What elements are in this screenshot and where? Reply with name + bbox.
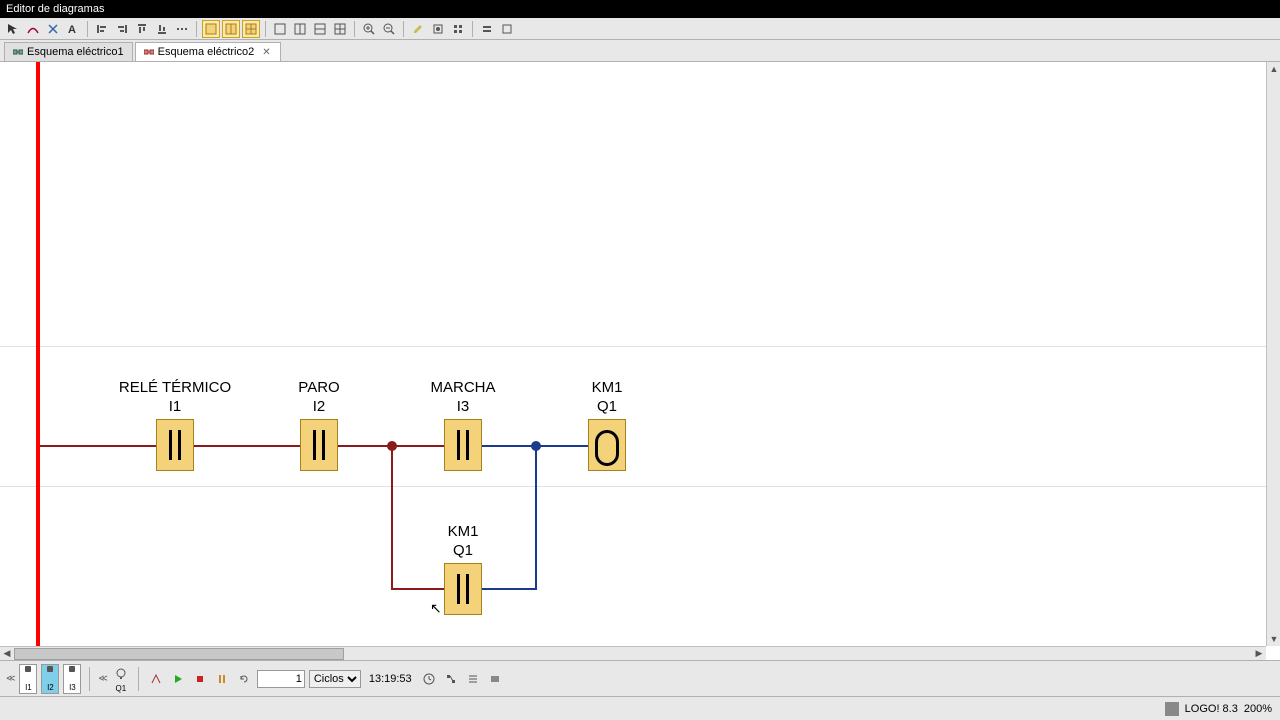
cycles-select[interactable]: Ciclos <box>309 670 361 688</box>
diagram-icon <box>144 47 154 57</box>
component-ref: Q1 <box>428 542 498 559</box>
net-icon[interactable] <box>442 670 460 688</box>
diagram-icon <box>13 47 23 57</box>
tool3-icon[interactable] <box>498 20 516 38</box>
component-name: KM1 <box>428 523 498 540</box>
sim-time: 13:19:53 <box>365 673 416 685</box>
output-label: Q1 <box>116 684 127 693</box>
grid-yellow2-icon[interactable] <box>222 20 240 38</box>
vertical-scrollbar[interactable]: ▲ ▼ <box>1266 62 1280 646</box>
tab-label: Esquema eléctrico2 <box>158 46 255 58</box>
component-ref: I1 <box>110 398 240 415</box>
tab-esquema-1[interactable]: Esquema eléctrico1 <box>4 42 133 61</box>
window1-icon[interactable] <box>271 20 289 38</box>
align-right-icon[interactable] <box>113 20 131 38</box>
wire <box>391 446 393 589</box>
settings-icon[interactable] <box>478 20 496 38</box>
align-top-icon[interactable] <box>133 20 151 38</box>
diagram-canvas[interactable]: RELÉ TÉRMICO I1 PARO I2 MARCHA I3 KM1 Q1… <box>0 62 1280 660</box>
pencil-icon[interactable] <box>409 20 427 38</box>
grid-yellow3-icon[interactable] <box>242 20 260 38</box>
component-marcha[interactable]: MARCHA I3 <box>414 379 512 471</box>
bulb-icon[interactable] <box>112 665 130 683</box>
simulation-toolbar: ≪ I1 I2 I3 ≪ Q1 Ciclos 13:19:53 <box>0 660 1280 696</box>
component-name: KM1 <box>572 379 642 396</box>
window3-icon[interactable] <box>311 20 329 38</box>
grid-line <box>0 486 1266 487</box>
main-toolbar: A <box>0 18 1280 40</box>
component-ref: I2 <box>280 398 358 415</box>
canvas-area: RELÉ TÉRMICO I1 PARO I2 MARCHA I3 KM1 Q1… <box>0 62 1280 660</box>
component-ref: I3 <box>414 398 512 415</box>
refresh-icon[interactable] <box>235 670 253 688</box>
block-icon[interactable] <box>486 670 504 688</box>
zoom-out-icon[interactable] <box>380 20 398 38</box>
collapse-icon[interactable]: ≪ <box>98 673 107 684</box>
stop-icon[interactable] <box>191 670 209 688</box>
status-bar: LOGO! 8.3 200% <box>0 696 1280 720</box>
pointer-icon[interactable] <box>4 20 22 38</box>
component-paro[interactable]: PARO I2 <box>280 379 358 471</box>
close-icon[interactable]: ✕ <box>262 47 272 57</box>
component-rele-termico[interactable]: RELÉ TÉRMICO I1 <box>110 379 240 471</box>
cut-wire-icon[interactable] <box>44 20 62 38</box>
connect-icon[interactable] <box>24 20 42 38</box>
tab-bar: Esquema eléctrico1 Esquema eléctrico2 ✕ <box>0 40 1280 62</box>
window2-icon[interactable] <box>291 20 309 38</box>
play-icon[interactable] <box>169 670 187 688</box>
scroll-down-icon[interactable]: ▼ <box>1267 632 1280 646</box>
align-left-icon[interactable] <box>93 20 111 38</box>
junction-node <box>531 441 541 451</box>
component-km1-coil[interactable]: KM1 Q1 <box>572 379 642 471</box>
tab-label: Esquema eléctrico1 <box>27 46 124 58</box>
window4-icon[interactable] <box>331 20 349 38</box>
window-title: Editor de diagramas <box>0 0 1280 18</box>
text-icon[interactable]: A <box>64 20 82 38</box>
input-i3[interactable]: I3 <box>63 664 81 694</box>
component-name: PARO <box>280 379 358 396</box>
component-ref: Q1 <box>572 398 642 415</box>
input-i2[interactable]: I2 <box>41 664 59 694</box>
clock-icon[interactable] <box>420 670 438 688</box>
status-product: LOGO! 8.3 <box>1185 703 1238 715</box>
distribute-icon[interactable] <box>173 20 191 38</box>
component-name: MARCHA <box>414 379 512 396</box>
tab-esquema-2[interactable]: Esquema eléctrico2 ✕ <box>135 42 282 61</box>
scroll-thumb[interactable] <box>14 648 344 660</box>
device-icon <box>1165 702 1179 716</box>
junction-node <box>387 441 397 451</box>
svg-text:A: A <box>68 24 76 35</box>
grid-line <box>0 346 1266 347</box>
collapse-icon[interactable]: ≪ <box>6 673 15 684</box>
horizontal-scrollbar[interactable]: ◀ ▶ <box>0 646 1266 660</box>
grid-yellow1-icon[interactable] <box>202 20 220 38</box>
input-i1[interactable]: I1 <box>19 664 37 694</box>
wire <box>535 446 537 590</box>
tool1-icon[interactable] <box>429 20 447 38</box>
component-name: RELÉ TÉRMICO <box>110 379 240 396</box>
tool2-icon[interactable] <box>449 20 467 38</box>
zoom-in-icon[interactable] <box>360 20 378 38</box>
status-zoom: 200% <box>1244 703 1272 715</box>
pause-icon[interactable] <box>213 670 231 688</box>
scroll-right-icon[interactable]: ▶ <box>1252 647 1266 661</box>
component-km1-contact[interactable]: KM1 Q1 <box>428 523 498 615</box>
sim-tool-icon[interactable] <box>147 670 165 688</box>
scroll-left-icon[interactable]: ◀ <box>0 647 14 661</box>
power-rail <box>36 62 40 660</box>
align-bottom-icon[interactable] <box>153 20 171 38</box>
scroll-up-icon[interactable]: ▲ <box>1267 62 1280 76</box>
cycles-input[interactable] <box>257 670 305 688</box>
list-icon[interactable] <box>464 670 482 688</box>
